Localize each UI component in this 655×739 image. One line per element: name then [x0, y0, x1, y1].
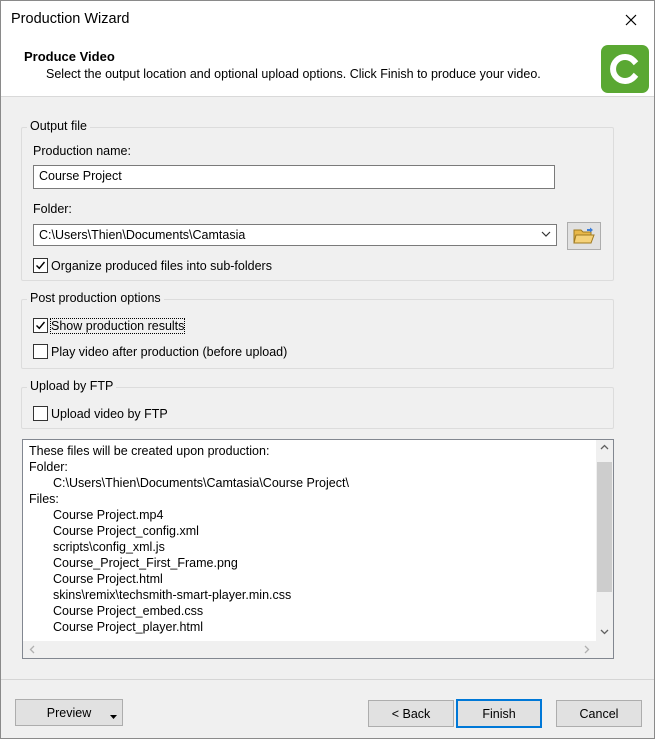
scroll-up-icon[interactable] [600, 443, 609, 454]
wizard-header: Produce Video Select the output location… [1, 39, 654, 97]
close-button[interactable] [608, 1, 654, 39]
scroll-down-icon[interactable] [600, 627, 609, 638]
scrollbar-corner [596, 641, 613, 658]
checkmark-icon [36, 321, 46, 330]
scroll-left-icon[interactable] [28, 645, 37, 656]
list-item: scripts\config_xml.js [53, 540, 165, 554]
list-item: Course Project.mp4 [53, 508, 164, 522]
preview-button[interactable]: Preview [15, 699, 123, 726]
list-item: Course Project_embed.css [53, 604, 204, 618]
list-item: Course_Project_First_Frame.png [53, 556, 238, 570]
dropdown-arrow-icon [110, 709, 117, 723]
list-item: Course Project_player.html [53, 620, 204, 634]
production-name-input[interactable]: Course Project [33, 165, 555, 189]
cancel-button-label: Cancel [579, 706, 619, 721]
cancel-button[interactable]: Cancel [556, 700, 642, 727]
horizontal-scrollbar[interactable] [23, 641, 596, 658]
upload-ftp-box [33, 406, 48, 421]
show-results-box [33, 318, 48, 333]
play-after-production-checkbox[interactable]: Play video after production (before uplo… [33, 344, 287, 359]
play-after-production-label: Play video after production (before uplo… [51, 344, 288, 359]
organize-subfolders-label: Organize produced files into sub-folders [51, 258, 272, 273]
list-item: skins\remix\techsmith-smart-player.min.c… [53, 588, 292, 602]
ftp-group-label: Upload by FTP [27, 379, 117, 393]
files-list-panel[interactable]: These files will be created upon product… [22, 439, 614, 659]
chevron-down-icon [540, 228, 552, 243]
checkmark-icon [36, 261, 46, 270]
folder-combobox[interactable]: C:\Users\Thien\Documents\Camtasia [33, 224, 557, 246]
close-icon [625, 14, 637, 26]
window-title: Production Wizard [11, 11, 130, 27]
vertical-scroll-thumb[interactable] [597, 462, 612, 592]
play-after-production-box [33, 344, 48, 359]
organize-subfolders-box [33, 258, 48, 273]
post-production-group-label: Post production options [27, 291, 164, 305]
organize-subfolders-checkbox[interactable]: Organize produced files into sub-folders [33, 258, 272, 273]
production-name-label: Production name: [33, 144, 131, 158]
upload-ftp-label: Upload video by FTP [51, 406, 168, 421]
files-heading: Files: [29, 492, 59, 506]
list-item: Course Project_config.xml [53, 524, 199, 538]
show-results-checkbox[interactable]: Show production results [33, 317, 186, 334]
finish-button-label: Finish [482, 706, 516, 721]
show-results-label: Show production results [49, 317, 186, 334]
output-file-group-label: Output file [27, 119, 90, 133]
files-intro: These files will be created upon product… [29, 444, 270, 458]
camtasia-logo [601, 45, 649, 93]
files-list-content: These files will be created upon product… [29, 443, 349, 635]
folder-label: Folder: [33, 202, 72, 216]
title-bar: Production Wizard [1, 1, 654, 39]
preview-button-label: Preview [46, 705, 92, 720]
page-title: Produce Video [24, 49, 115, 64]
finish-button[interactable]: Finish [456, 699, 542, 728]
list-item: Course Project.html [53, 572, 163, 586]
upload-ftp-checkbox[interactable]: Upload video by FTP [33, 406, 168, 421]
back-button[interactable]: < Back [368, 700, 454, 727]
folder-combobox-value: C:\Users\Thien\Documents\Camtasia [39, 228, 246, 242]
footer-divider [1, 679, 654, 680]
folder-heading: Folder: [29, 460, 68, 474]
folder-open-icon [573, 227, 595, 244]
back-button-label: < Back [391, 706, 431, 721]
scroll-right-icon[interactable] [582, 645, 591, 656]
production-wizard-window: Production Wizard Produce Video Select t… [0, 0, 655, 739]
output-folder-path: C:\Users\Thien\Documents\Camtasia\Course… [53, 476, 349, 490]
browse-folder-button[interactable] [567, 222, 601, 250]
page-subtitle: Select the output location and optional … [46, 67, 541, 81]
vertical-scrollbar[interactable] [596, 440, 613, 641]
